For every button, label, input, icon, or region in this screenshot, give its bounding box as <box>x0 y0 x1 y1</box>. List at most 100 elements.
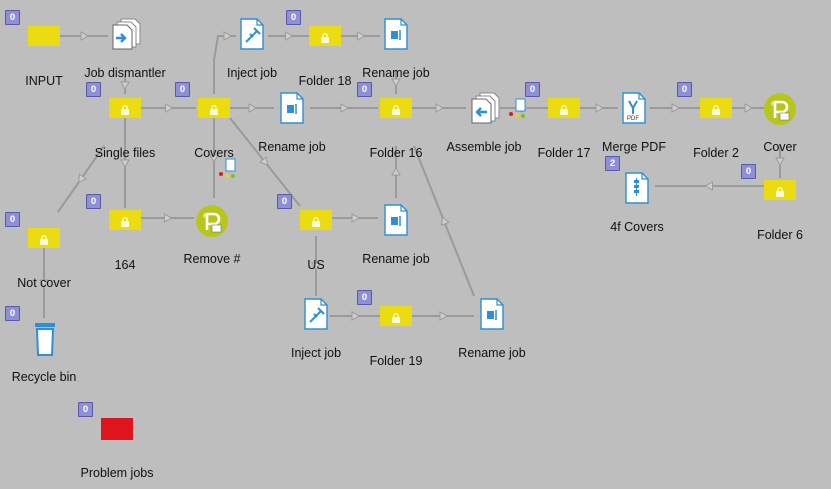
locked-folder-icon <box>28 228 60 248</box>
flow-element-label: Folder 19 <box>369 354 423 368</box>
job-count-badge: 0 <box>5 212 20 227</box>
flow-element-rename-job-4[interactable]: Rename job <box>458 298 526 360</box>
flow-element-cover[interactable]: e Cover <box>750 92 810 154</box>
flow-element-164[interactable]: 0 164 <box>86 194 155 272</box>
job-dismantler-icon <box>112 18 141 50</box>
merge-pdf-icon: PDF <box>622 92 646 124</box>
flow-element-label: 164 <box>114 258 136 272</box>
job-count-badge: 0 <box>86 194 101 209</box>
flow-element-not-cover[interactable]: 0 Not cover <box>5 212 74 290</box>
connection-arrow-icon <box>351 311 361 321</box>
flow-element-label: Merge PDF <box>602 140 666 154</box>
connection-arrow-icon <box>164 213 173 223</box>
rename-job-icon <box>480 298 504 330</box>
rename-job-icon <box>384 18 408 50</box>
job-count-badge: 0 <box>5 306 20 321</box>
problem-folder-icon <box>101 418 133 440</box>
flow-element-folder-17[interactable]: 0 Folder 17 <box>525 82 594 160</box>
flow-element-label: INPUT <box>25 74 63 88</box>
lock-icon <box>775 184 785 197</box>
connection-arrow-icon <box>391 166 401 176</box>
job-count-badge: 2 <box>605 156 620 171</box>
flow-element-rename-job-3[interactable]: Rename job <box>362 204 430 266</box>
rename-job-icon <box>280 92 304 124</box>
recycle-bin-icon <box>35 323 55 356</box>
lock-icon <box>559 102 569 115</box>
locked-folder-icon <box>198 98 230 118</box>
connection-arrow-icon <box>391 78 401 88</box>
flow-element-folder-6[interactable]: 0 Folder 6 <box>741 164 810 242</box>
flow-element-inject-job-2[interactable]: Inject job <box>286 298 346 360</box>
connection-arrow-icon <box>248 103 258 113</box>
connection-arrow-icon <box>440 216 450 227</box>
flow-element-label: 4f Covers <box>610 220 664 234</box>
flow-element-label: Not cover <box>17 276 71 290</box>
lock-icon <box>391 102 401 115</box>
connection-arrow-icon <box>357 31 366 41</box>
locked-folder-icon <box>380 98 412 118</box>
flow-element-rename-job-1[interactable]: Rename job <box>258 92 326 154</box>
flow-element-problem-jobs[interactable]: 0 Problem jobs <box>78 402 153 480</box>
flow-element-us[interactable]: 0 US <box>277 194 346 272</box>
job-count-badge: 0 <box>357 82 372 97</box>
enfocus-app-icon: e <box>764 93 796 125</box>
job-count-badge: 0 <box>525 82 540 97</box>
locked-folder-icon <box>300 210 332 230</box>
flow-element-covers[interactable]: 0 Covers <box>175 82 244 160</box>
flow-element-label: Folder 6 <box>757 228 803 242</box>
connection-arrow-icon <box>340 103 350 113</box>
flow-element-label: Single files <box>94 146 156 160</box>
assemble-job-icon <box>471 92 500 124</box>
flow-element-recycle-bin[interactable]: 0 Recycle bin <box>5 306 77 384</box>
inject-job-icon <box>304 298 328 330</box>
connection-arrow-icon <box>775 157 785 167</box>
locked-folder-icon <box>380 306 412 326</box>
job-count-badge: 0 <box>677 82 692 97</box>
flow-element-label: Problem jobs <box>80 466 154 480</box>
job-count-badge: 0 <box>5 10 20 25</box>
lock-icon <box>711 102 721 115</box>
locked-folder-icon <box>109 98 141 118</box>
flow-element-label: Rename job <box>362 66 430 80</box>
flow-element-label: Inject job <box>290 346 342 360</box>
lock-icon <box>311 214 321 227</box>
flow-element-label: Rename job <box>362 252 430 266</box>
connection-arrow-icon <box>80 31 90 41</box>
flow-element-inject-job-1[interactable]: Inject job <box>222 18 282 80</box>
folder-icon <box>28 26 60 46</box>
flow-element-assemble-job[interactable]: Assemble job <box>446 92 522 154</box>
locked-folder-icon <box>109 210 141 230</box>
flow-element-label: Recycle bin <box>11 370 77 384</box>
flow-element-job-dismantler[interactable]: Job dismantler <box>84 18 166 80</box>
flow-element-label: Folder 2 <box>693 146 739 160</box>
flow-element-label: Folder 16 <box>369 146 423 160</box>
locked-folder-icon <box>309 26 341 46</box>
connection-arrow-icon <box>120 81 130 91</box>
job-count-badge: 0 <box>277 194 292 209</box>
connection-arrow-icon <box>439 311 449 321</box>
lock-icon <box>391 310 401 323</box>
connection-status-icon <box>508 98 530 120</box>
job-count-badge: 0 <box>741 164 756 179</box>
connection-arrow-icon <box>671 103 681 113</box>
flow-element-input[interactable]: 0 INPUT <box>5 10 74 88</box>
flow-element-single-files[interactable]: 0 Single files <box>86 82 156 160</box>
lock-icon <box>120 214 130 227</box>
flow-element-folder-16[interactable]: 0 Folder 16 <box>357 82 426 160</box>
flow-element-folder-2[interactable]: 0 Folder 2 <box>677 82 746 160</box>
connection-arrow-icon <box>435 103 445 113</box>
locked-folder-icon <box>764 180 796 200</box>
flow-element-merge-pdf[interactable]: PDF Merge PDF <box>602 92 666 154</box>
pdf-icon-text: PDF <box>627 116 639 122</box>
svg-text:e: e <box>203 211 208 220</box>
connection-arrow-icon <box>704 181 713 191</box>
flow-element-folder-18[interactable]: 0 Folder 18 <box>286 10 355 88</box>
flow-element-folder-19[interactable]: 0 Folder 19 <box>357 290 426 368</box>
flow-element-rename-job-2[interactable]: Rename job <box>362 18 430 80</box>
connection-arrow-icon <box>120 159 130 169</box>
flow-element-4f-covers[interactable]: 2 4f Covers <box>605 156 667 234</box>
flow-element-label: Remove # <box>183 252 241 266</box>
flow-element-remove[interactable]: e Remove # <box>182 204 242 266</box>
job-count-badge: 0 <box>286 10 301 25</box>
flow-element-label: Folder 17 <box>537 146 591 160</box>
